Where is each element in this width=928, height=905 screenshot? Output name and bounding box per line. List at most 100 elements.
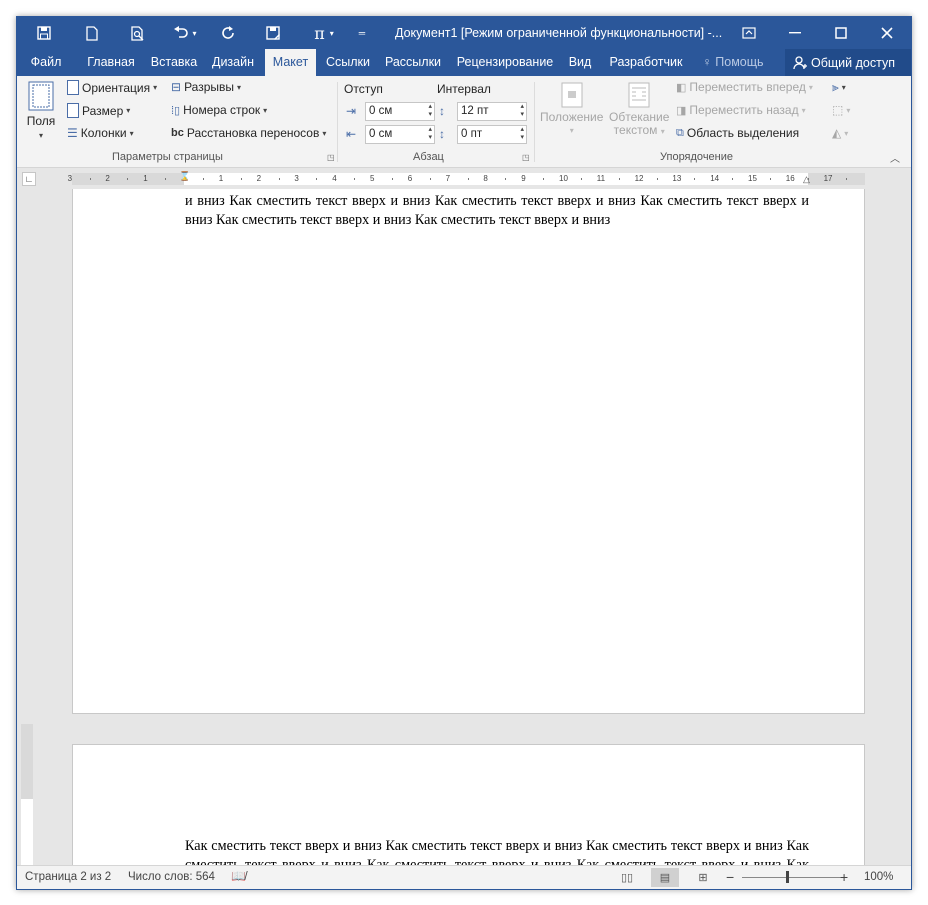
hyphenation-button[interactable]: bc Расстановка переносов ▾: [171, 126, 326, 140]
spacing-before-value: 12 пт: [461, 105, 489, 117]
ruler-tick: [429, 178, 431, 180]
page-count[interactable]: Страница 2 из 2: [25, 871, 111, 883]
equation-button[interactable]: π ▾: [305, 21, 343, 45]
zoom-in-icon[interactable]: +: [840, 869, 848, 885]
undo-dropdown-icon[interactable]: ▾: [192, 29, 196, 38]
spin-arrows-icon[interactable]: ▴ ▾: [428, 103, 432, 119]
spin-arrows-icon[interactable]: ▴ ▾: [428, 126, 432, 142]
tab-developer[interactable]: Разработчик: [603, 49, 689, 76]
ruler-number: 14: [710, 174, 720, 183]
size-label: Размер: [82, 103, 124, 118]
minimize-icon[interactable]: [772, 17, 818, 49]
ruler-number: 2: [105, 174, 110, 183]
ruler-number: 17: [823, 174, 833, 183]
indent-left-input[interactable]: 0 см ▴ ▾: [365, 102, 435, 121]
tab-file[interactable]: Файл: [17, 49, 75, 76]
page-2-text[interactable]: Как сместить текст вверх и вниз Как смес…: [185, 837, 809, 867]
columns-button[interactable]: ☰ Колонки ▾: [67, 126, 134, 140]
proofing-icon[interactable]: 📖̸: [231, 869, 246, 883]
collapse-ribbon-icon[interactable]: ︿: [890, 150, 900, 165]
indent-heading: Отступ: [344, 82, 383, 96]
ruler-tick: [202, 178, 204, 180]
page-2[interactable]: Как сместить текст вверх и вниз Как смес…: [72, 744, 865, 867]
tab-help-label: Помощь: [715, 55, 764, 69]
page-1-text[interactable]: и вниз Как сместить текст вверх и вниз К…: [185, 192, 809, 229]
tab-review[interactable]: Рецензирование: [453, 49, 557, 76]
send-backward-button[interactable]: ◨ Переместить назад ▾: [676, 103, 806, 117]
tab-mailings[interactable]: Рассылки: [381, 49, 445, 76]
save-as-icon[interactable]: [260, 21, 286, 45]
selection-pane-button[interactable]: ⧉ Область выделения: [676, 126, 799, 140]
pi-icon: π: [314, 23, 325, 43]
line-numbers-button[interactable]: ⁞▯ Номера строк ▾: [171, 103, 267, 117]
wrap-text-label-2: текстом ▾: [613, 123, 665, 137]
horizontal-ruler[interactable]: ⌛ △ 3 2 1 1 2 3 4 5 6 7 8 9 10 11 12 13 14 15 16 17: [68, 171, 865, 185]
document-area[interactable]: и вниз Как сместить текст вверх и вниз К…: [17, 189, 911, 867]
tab-help[interactable]: ♀ Помощь: [697, 49, 769, 76]
save-icon[interactable]: [31, 21, 57, 45]
ruler-number: 10: [559, 174, 568, 183]
size-button[interactable]: Размер ▾: [67, 103, 130, 118]
ruler-number: 3: [294, 174, 299, 183]
ribbon-display-options-icon[interactable]: [726, 17, 772, 49]
vertical-ruler[interactable]: [21, 724, 33, 867]
breaks-icon: ⊟: [171, 80, 182, 94]
web-layout-icon[interactable]: ⊞: [689, 868, 717, 887]
indent-right-input[interactable]: 0 см ▴ ▾: [365, 125, 435, 144]
tab-home[interactable]: Главная: [81, 49, 141, 76]
position-dropdown-icon: ▾: [569, 126, 574, 135]
tab-insert[interactable]: Вставка: [147, 49, 201, 76]
zoom-slider-thumb[interactable]: [786, 871, 789, 883]
rotate-button[interactable]: ◭ ▾: [832, 126, 848, 140]
orientation-button[interactable]: Ориентация ▾: [67, 80, 157, 95]
tab-selector-icon[interactable]: ∟: [22, 172, 36, 186]
share-button[interactable]: Общий доступ: [785, 49, 911, 76]
close-icon[interactable]: [864, 17, 910, 49]
redo-icon[interactable]: [215, 21, 241, 45]
ruler-tick: [543, 178, 545, 180]
orientation-dropdown-icon: ▾: [153, 83, 158, 92]
read-mode-icon[interactable]: ▯▯: [613, 868, 641, 887]
ruler-number: 4: [332, 174, 337, 183]
zoom-out-icon[interactable]: −: [726, 869, 734, 885]
tab-design[interactable]: Дизайн: [208, 49, 258, 76]
print-preview-icon[interactable]: [125, 21, 151, 45]
print-layout-icon[interactable]: ▤: [651, 868, 679, 887]
group-divider: [337, 82, 338, 162]
align-button[interactable]: ⫸ ▾: [832, 80, 846, 95]
bring-forward-button[interactable]: ◧ Переместить вперед ▾: [676, 80, 813, 94]
breaks-button[interactable]: ⊟ Разрывы ▾: [171, 80, 241, 94]
spin-arrows-icon[interactable]: ▴ ▾: [520, 103, 524, 119]
first-line-indent-marker[interactable]: ⌛: [179, 171, 190, 182]
bring-forward-label: Переместить вперед: [689, 80, 806, 94]
wrap-text-button[interactable]: Обтекание текстом ▾: [609, 82, 669, 137]
new-document-icon[interactable]: [79, 21, 105, 45]
maximize-icon[interactable]: [818, 17, 864, 49]
tab-references[interactable]: Ссылки: [323, 49, 373, 76]
spacing-before-input[interactable]: 12 пт ▴ ▾: [457, 102, 527, 121]
ruler-tick: [354, 178, 356, 180]
vertical-ruler-margin: [21, 724, 33, 799]
zoom-slider[interactable]: [742, 877, 842, 878]
spacing-after-icon: ↕: [439, 127, 445, 141]
line-numbers-dropdown-icon: ▾: [263, 105, 268, 115]
tab-layout[interactable]: Макет: [265, 49, 316, 76]
right-indent-marker[interactable]: △: [803, 174, 810, 185]
page-1[interactable]: и вниз Как сместить текст вверх и вниз К…: [72, 189, 865, 714]
spin-arrows-icon[interactable]: ▴ ▾: [520, 126, 524, 142]
equation-dropdown-icon[interactable]: ▾: [330, 29, 334, 38]
position-button[interactable]: Положение ▾: [540, 82, 603, 135]
ruler-tick: [694, 178, 696, 180]
ruler-tick: [278, 178, 280, 180]
spacing-after-input[interactable]: 0 пт ▴ ▾: [457, 125, 527, 144]
paragraph-launcher-icon[interactable]: ◳: [522, 153, 530, 162]
page-setup-launcher-icon[interactable]: ◳: [327, 153, 335, 162]
tab-view[interactable]: Вид: [565, 49, 595, 76]
margins-button[interactable]: Поля ▾: [25, 81, 57, 140]
hyphenation-icon: bc: [171, 127, 184, 139]
group-button[interactable]: ⬚ ▾: [832, 103, 850, 117]
undo-icon[interactable]: ▾: [167, 21, 203, 45]
customize-qat-icon[interactable]: ═: [353, 21, 371, 45]
word-count[interactable]: Число слов: 564: [128, 871, 215, 883]
zoom-level[interactable]: 100%: [864, 871, 893, 883]
